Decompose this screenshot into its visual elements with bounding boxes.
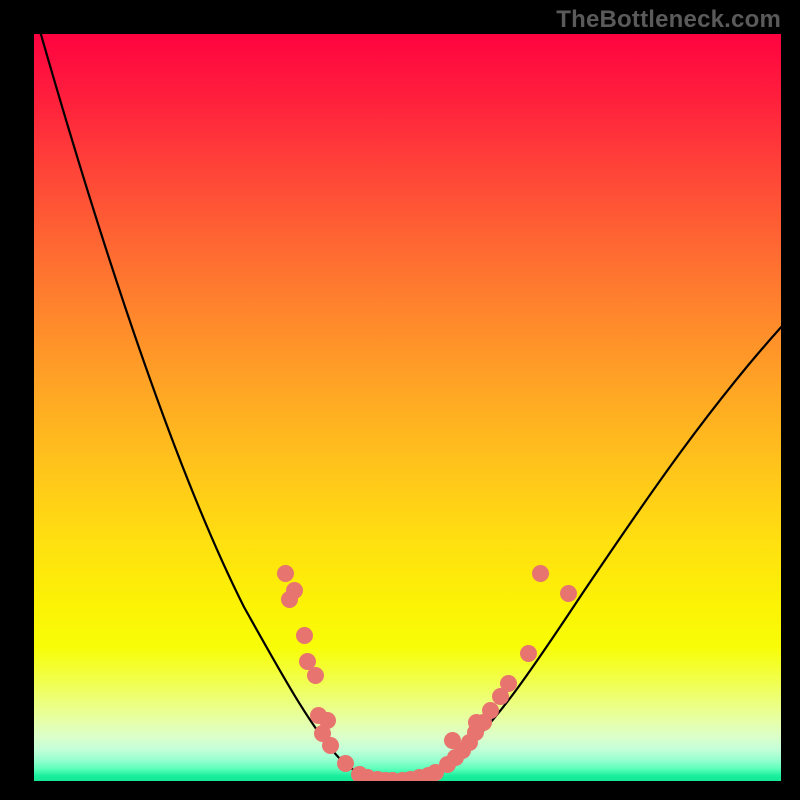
data-dot (337, 755, 354, 772)
data-dot (500, 675, 517, 692)
plot-area (34, 34, 781, 781)
watermark-text: TheBottleneck.com (556, 6, 781, 34)
data-dot (520, 645, 537, 662)
data-dot (296, 627, 313, 644)
bottleneck-curve (34, 34, 781, 781)
data-dot (532, 565, 549, 582)
data-dot (277, 565, 294, 582)
data-dot (307, 667, 324, 684)
data-dot (286, 582, 303, 599)
curve-layer (34, 34, 781, 781)
chart-frame: TheBottleneck.com (0, 0, 800, 800)
data-dot (322, 737, 339, 754)
data-dot (560, 585, 577, 602)
